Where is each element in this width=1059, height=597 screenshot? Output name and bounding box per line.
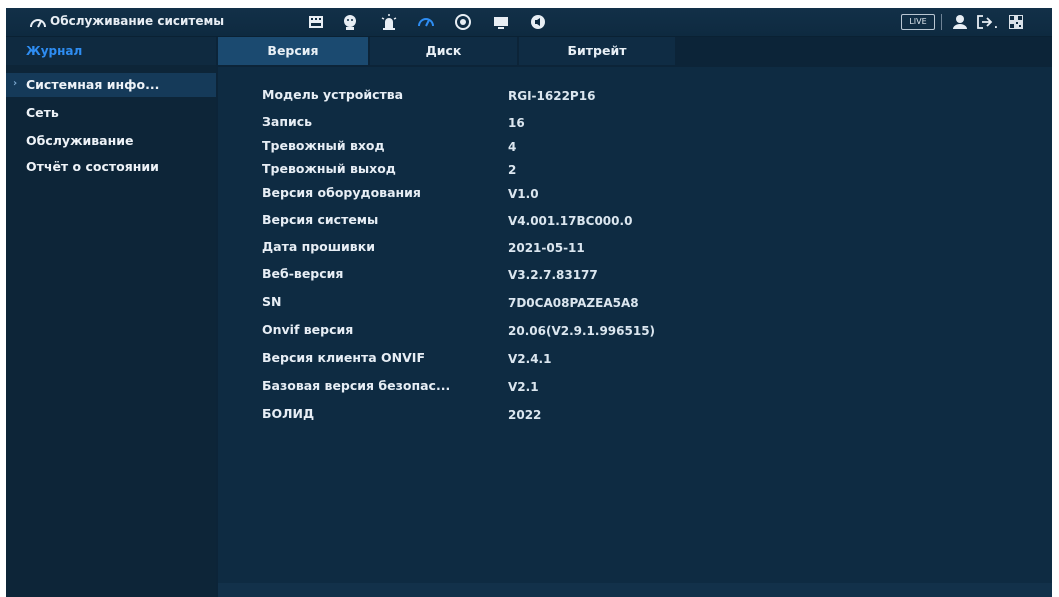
sidebar-item-label: Обслуживание [26,133,134,148]
info-row: Дата прошивки 2021-05-11 [218,237,1052,259]
user-icon[interactable] [950,12,970,32]
sidebar-item-label: Системная инфо... [26,77,160,92]
divider [941,14,942,30]
info-value: 2 [508,163,517,177]
info-row: Версия клиента ONVIF V2.4.1 [218,348,1052,370]
info-value: 7D0CA08PAZEA5A8 [508,296,639,310]
sidebar-item-system-info[interactable]: › Системная инфо... [6,73,216,97]
info-value: RGI-1622P16 [508,89,596,103]
sidebar-item-status-report[interactable]: Отчёт о состоянии [6,155,216,179]
info-label: Версия клиента ONVIF [262,350,425,365]
tab-version[interactable]: Версия [218,37,368,65]
info-row: Тревожный вход 4 [218,136,1052,158]
chevron-right-icon: › [13,78,18,89]
alarm-light-icon[interactable] [379,12,399,32]
info-row: БОЛИД 2022 [218,404,1052,426]
info-value: 2021-05-11 [508,241,585,255]
sidebar-item-label: Журнал [26,44,83,58]
info-row: Тревожный выход 2 [218,159,1052,181]
top-bar: Обслуживание сиситемы LIVE . [6,8,1052,37]
info-label: БОЛИД [262,406,315,421]
info-row: SN 7D0CA08PAZEA5A8 [218,292,1052,314]
info-row: Запись 16 [218,112,1052,134]
info-value: V4.001.17BC000.0 [508,214,633,228]
main-panel: Версия Диск Битрейт Модель устройства RG… [218,37,1052,597]
info-label: Веб-версия [262,266,344,281]
info-row: Onvif версия 20.06(V2.9.1.996515) [218,320,1052,342]
info-label: Запись [262,114,313,129]
app-window: Обслуживание сиситемы LIVE . Журнал › Си… [6,8,1052,597]
disc-icon[interactable] [453,12,473,32]
page-title: Обслуживание сиситемы [50,14,225,28]
film-icon[interactable] [306,12,326,32]
info-value: V2.1 [508,380,539,394]
info-value: 20.06(V2.9.1.996515) [508,324,656,338]
face-icon[interactable] [340,12,360,32]
info-value: 4 [508,140,517,154]
sidebar-item-journal[interactable]: Журнал [6,37,216,65]
info-label: Базовая версия безопас... [262,378,451,393]
speaker-icon[interactable] [528,12,548,32]
logout-icon[interactable] [974,12,994,32]
info-row: Версия системы V4.001.17BC000.0 [218,210,1052,232]
info-label: Дата прошивки [262,239,375,254]
bottom-bar [218,583,1052,597]
info-value: 16 [508,116,525,130]
monitor-icon[interactable] [491,12,511,32]
info-label: SN [262,294,282,309]
qr-code-icon[interactable] [1006,12,1026,32]
info-label: Тревожный выход [262,161,396,176]
tab-bar: Версия Диск Битрейт [218,37,1052,67]
sidebar-item-network[interactable]: Сеть [6,101,216,125]
tab-bitrate[interactable]: Битрейт [519,37,675,65]
info-value: 2022 [508,408,542,422]
info-label: Версия системы [262,212,379,227]
info-row: Версия оборудования V1.0 [218,183,1052,205]
info-row: Модель устройства RGI-1622P16 [218,85,1052,107]
info-label: Версия оборудования [262,185,421,200]
speedometer-active-icon[interactable] [416,12,436,32]
speedometer-icon[interactable] [28,13,48,33]
info-value: V1.0 [508,187,539,201]
menu-dot: . [994,20,998,31]
info-row: Веб-версия V3.2.7.83177 [218,264,1052,286]
info-label: Модель устройства [262,87,404,102]
sidebar-item-label: Отчёт о состоянии [26,159,159,174]
sidebar: Журнал › Системная инфо... Сеть Обслужив… [6,37,216,597]
sidebar-item-maintenance[interactable]: Обслуживание [6,129,216,153]
info-value: V2.4.1 [508,352,552,366]
info-label: Тревожный вход [262,138,385,153]
tab-disk[interactable]: Диск [370,37,517,65]
info-label: Onvif версия [262,322,354,337]
info-value: V3.2.7.83177 [508,268,598,282]
live-button[interactable]: LIVE [901,14,935,30]
sidebar-item-label: Сеть [26,105,59,120]
info-row: Базовая версия безопас... V2.1 [218,376,1052,398]
